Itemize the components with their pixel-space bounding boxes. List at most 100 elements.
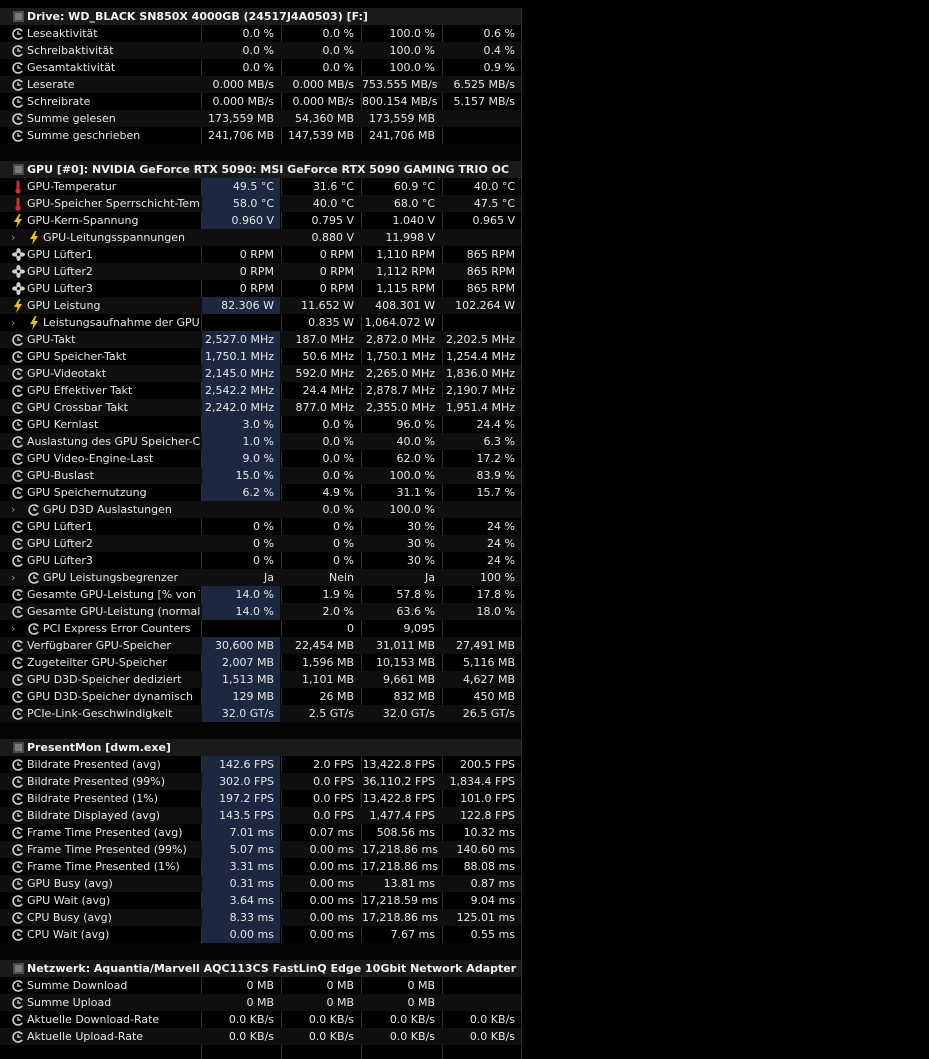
sensor-row[interactable]: GPU D3D-Speicher dediziert 1,513 MB 1,101 … [0,671,521,688]
minimum-value: 0.0 % [322,27,354,40]
sensor-row[interactable]: Schreibaktivität 0.0 % 0.0 % 100.0 % 0.4 % [0,42,521,59]
maximum-value: 832 MB [393,690,435,703]
minimum-value: 24.4 MHz [302,384,354,397]
maximum-value: 9,095 [403,622,436,635]
minimum-value: 50.6 MHz [302,350,354,363]
sensor-row[interactable]: GPU-Takt 2,527.0 MHz 187.0 MHz 2,872.0 MHz 2… [0,331,521,348]
sensor-row[interactable]: GPU Busy (avg) 0.31 ms 0.00 ms 13.81 ms 0.87… [0,875,521,892]
maximum-value: 100.0 % [389,61,435,74]
sensor-row[interactable]: GPU-Buslast 15.0 % 0.0 % 100.0 % 83.9 % [0,467,521,484]
sensor-row[interactable]: GPU Speicher-Takt 1,750.1 MHz 50.6 MHz 1,75… [0,348,521,365]
sensor-row[interactable]: Frame Time Presented (avg) 7.01 ms 0.07 ms… [0,824,521,841]
sensor-row[interactable]: GPU Effektiver Takt 2,542.2 MHz 24.4 MHz 2,… [0,382,521,399]
sensor-label: CPU Wait (avg) [27,928,110,941]
current-value: 197.2 FPS [202,790,280,807]
sensor-row[interactable]: Frame Time Presented (99%) 5.07 ms 0.00 ms… [0,841,521,858]
current-value: 0.0 KB/s [228,1030,274,1043]
sensor-row[interactable]: › GPU D3D Auslastungen 0.0 % 100.0 % [0,501,521,518]
minimum-value: 0 RPM [319,248,354,261]
sensor-label: Summe gelesen [27,112,116,125]
sensor-row[interactable]: Summe Upload 0 MB 0 MB 0 MB [0,994,521,1011]
sensor-label: Bildrate Presented (avg) [27,758,161,771]
sensor-label: GPU Crossbar Takt [27,401,128,414]
current-value: 1,513 MB [202,671,280,688]
sensor-group-header[interactable]: GPU [#0]: NVIDIA GeForce RTX 5090: MSI G… [0,161,521,178]
average-value: 17.2 % [476,452,515,465]
sensor-row[interactable]: Gesamtaktivität 0.0 % 0.0 % 100.0 % 0.9 % [0,59,521,76]
sensor-row[interactable]: GPU-Videotakt 2,145.0 MHz 592.0 MHz 2,265.0… [0,365,521,382]
average-value: 83.9 % [476,469,515,482]
sensor-row[interactable]: Bildrate Presented (1%) 197.2 FPS 0.0 FPS 1… [0,790,521,807]
sensor-row[interactable]: › GPU Leistungsbegrenzer Ja Nein Ja 100 % [0,569,521,586]
sensor-row[interactable]: GPU Lüfter2 0 % 0 % 30 % 24 % [0,535,521,552]
sensor-label: Auslastung des GPU Speicher-Co... [27,435,200,448]
sensor-row[interactable]: GPU Video-Engine-Last 9.0 % 0.0 % 62.0 % 17.… [0,450,521,467]
sensor-row[interactable]: › Leistungsaufnahme der GPU-... 0.835 W 1,0… [0,314,521,331]
minimum-value: 0 MB [326,996,354,1009]
sensor-row[interactable]: GPU-Kern-Spannung 0.960 V 0.795 V 1.040 V 0.… [0,212,521,229]
sensor-row[interactable]: Summe Download 0 MB 0 MB 0 MB [0,977,521,994]
sensor-row[interactable]: Leseaktivität 0.0 % 0.0 % 100.0 % 0.6 % [0,25,521,42]
sensor-label: Gesamte GPU-Leistung (normalisi... [27,605,200,618]
sensor-label: GPU Lüfter1 [27,248,93,261]
sensor-row[interactable]: GPU Lüfter2 0 RPM 0 RPM 1,112 RPM 865 RPM [0,263,521,280]
sensor-label: GPU-Kern-Spannung [27,214,139,227]
sensor-row[interactable]: GPU Kernlast 3.0 % 0.0 % 96.0 % 24.4 % [0,416,521,433]
sensor-label: GPU Lüfter3 [27,554,93,567]
minimum-value: 1,596 MB [301,656,354,669]
minimum-value: Nein [328,571,354,584]
sensor-row[interactable]: › PCI Express Error Counters 0 9,095 [0,620,521,637]
sensor-row[interactable]: GPU Wait (avg) 3.64 ms 0.00 ms 17,218.59 ms… [0,892,521,909]
maximum-value: 17,218.86 ms [362,911,438,924]
sensor-row[interactable]: GPU Leistung 82.306 W 11.652 W 408.301 W 102… [0,297,521,314]
sensor-row[interactable]: › GPU-Leitungsspannungen 0.880 V 11.998 V [0,229,521,246]
minimum-value: 0.00 ms [309,860,354,873]
sensor-row[interactable]: GPU Lüfter3 0 % 0 % 30 % 24 % [0,552,521,569]
maximum-value: 31,011 MB [375,639,435,652]
sensor-row[interactable]: GPU Lüfter1 0 % 0 % 30 % 24 % [0,518,521,535]
sensor-label: Schreibrate [27,95,91,108]
sensor-row[interactable]: CPU Busy (avg) 8.33 ms 0.00 ms 17,218.86 ms… [0,909,521,926]
sensor-group-header[interactable]: Netzwerk: Aquantia/Marvell AQC113CS Fast… [0,960,521,977]
sensor-row[interactable]: GPU D3D-Speicher dynamisch 129 MB 26 MB 832… [0,688,521,705]
sensor-row[interactable]: GPU-Speicher Sperrschicht-Temp... 58.0 °C… [0,195,521,212]
sensor-label: GPU-Buslast [27,469,94,482]
sensor-row[interactable]: Summe geschrieben 241,706 MB 147,539 MB 241… [0,127,521,144]
sensor-row[interactable]: Bildrate Presented (99%) 302.0 FPS 0.0 FPS… [0,773,521,790]
sensor-group-header[interactable]: Drive: WD_BLACK SN850X 4000GB (24517J4A0… [0,8,521,25]
sensor-row[interactable]: Bildrate Displayed (avg) 143.5 FPS 0.0 FPS… [0,807,521,824]
average-value: 450 MB [473,690,515,703]
sensor-row[interactable]: Gesamte GPU-Leistung [% von T... 14.0 % 1.… [0,586,521,603]
current-value: 3.0 % [202,416,280,433]
maximum-value: 30 % [407,520,435,533]
sensor-row[interactable]: Verfügbarer GPU-Speicher 30,600 MB 22,454 … [0,637,521,654]
sensor-label: GPU Lüfter2 [27,265,93,278]
sensor-row[interactable]: GPU Crossbar Takt 2,242.0 MHz 877.0 MHz 2,3… [0,399,521,416]
sensor-row[interactable]: Zugeteilter GPU-Speicher 2,007 MB 1,596 MB… [0,654,521,671]
average-value: 0.87 ms [470,877,515,890]
sensor-row[interactable]: Aktuelle Download-Rate 0.0 KB/s 0.0 KB/s 0.… [0,1011,521,1028]
sensor-row[interactable]: Summe gelesen 173,559 MB 54,360 MB 173,559 … [0,110,521,127]
sensor-row[interactable]: Schreibrate 0.000 MB/s 0.000 MB/s 800.154 M… [0,93,521,110]
sensor-row[interactable]: Aktuelle Upload-Rate 0.0 KB/s 0.0 KB/s 0.0 … [0,1028,521,1045]
sensor-row[interactable]: GPU Speichernutzung 6.2 % 4.9 % 31.1 % 15.7 … [0,484,521,501]
average-value: 18.0 % [476,605,515,618]
sensor-row[interactable]: Bildrate Presented (avg) 142.6 FPS 2.0 FPS… [0,756,521,773]
maximum-value: 63.6 % [396,605,435,618]
sensor-row[interactable]: Auslastung des GPU Speicher-Co... 1.0 % 0.… [0,433,521,450]
minimum-value: 40.0 °C [312,197,354,210]
sensor-row[interactable]: Frame Time Presented (1%) 3.31 ms 0.00 ms 1… [0,858,521,875]
sensor-row[interactable]: CPU Wait (avg) 0.00 ms 0.00 ms 7.67 ms 0.55 … [0,926,521,943]
sensor-row[interactable]: Leserate 0.000 MB/s 0.000 MB/s 753.555 MB/s… [0,76,521,93]
current-value: 1.0 % [202,433,280,450]
sensor-group-header[interactable]: PresentMon [dwm.exe] [0,739,521,756]
sensor-label: CPU Busy (avg) [27,911,112,924]
sensor-row[interactable]: GPU Lüfter3 0 RPM 0 RPM 1,115 RPM 865 RPM [0,280,521,297]
sensor-row[interactable]: GPU-Temperatur 49.5 °C 31.6 °C 60.9 °C 40.0 … [0,178,521,195]
maximum-value: 241,706 MB [368,129,435,142]
sensor-row[interactable]: GPU Lüfter1 0 RPM 0 RPM 1,110 RPM 865 RPM [0,246,521,263]
sensor-label: GPU Speichernutzung [27,486,147,499]
sensor-row[interactable]: PCIe-Link-Geschwindigkeit 32.0 GT/s 2.5 GT… [0,705,521,722]
sensor-label: Summe geschrieben [27,129,141,142]
sensor-row[interactable]: Gesamte GPU-Leistung (normalisi...14.0 %… [0,603,521,620]
